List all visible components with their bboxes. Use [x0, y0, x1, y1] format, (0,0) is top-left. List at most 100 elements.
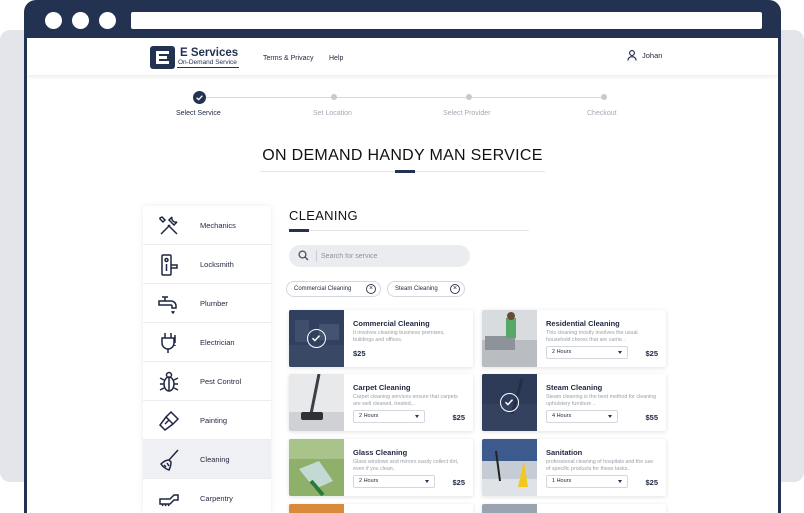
- brand-subtitle: On-Demand Service: [178, 59, 237, 66]
- remove-filter-icon[interactable]: ×: [366, 284, 376, 294]
- partial-thumb: [482, 504, 537, 513]
- address-bar[interactable]: [131, 12, 762, 29]
- hours-select[interactable]: 1 Hours: [546, 475, 628, 488]
- sidebar-item-pest-control[interactable]: Pest Control: [143, 362, 271, 401]
- stepper-line: [203, 97, 605, 98]
- service-card-glass-cleaning[interactable]: Glass Cleaning Glass windows and mirrors…: [289, 439, 473, 496]
- service-description: Carpet cleaning services ensure that car…: [353, 394, 458, 407]
- service-card-sanitation[interactable]: Sanitation professional cleaning of hosp…: [482, 439, 666, 496]
- living-room-cleaning-photo: [482, 310, 537, 367]
- search-separator: [316, 250, 317, 262]
- browser-window: E Services On-Demand Service Terms & Pri…: [24, 0, 781, 513]
- service-price: $25: [645, 478, 658, 487]
- service-name: Carpet Cleaning: [353, 383, 411, 392]
- sidebar-item-label: Locksmith: [200, 259, 234, 269]
- broom-icon: [160, 449, 179, 471]
- faucet-icon: [158, 296, 177, 315]
- service-name: Sanitation: [546, 448, 583, 457]
- section-title: CLEANING: [289, 208, 358, 223]
- step-dot: [601, 94, 607, 100]
- sidebar-item-electrician[interactable]: Electrician: [143, 323, 271, 362]
- sidebar-item-cleaning[interactable]: Cleaning: [143, 440, 271, 479]
- filter-chip-steam-cleaning: Steam Cleaning ×: [387, 281, 465, 297]
- filter-chip-label: Steam Cleaning: [395, 286, 438, 292]
- sidebar-item-mechanics[interactable]: Mechanics: [143, 206, 271, 245]
- service-description: This cleaning mostly involves the usual …: [546, 330, 638, 343]
- service-price: $55: [645, 413, 658, 422]
- saw-icon: [159, 494, 179, 507]
- mopping-floor-photo: [482, 439, 537, 496]
- step-complete-check-icon: [193, 91, 206, 104]
- category-sidebar: Mechanics Locksmith Plumber Electrician …: [143, 206, 271, 513]
- service-card-carpet-cleaning[interactable]: Carpet Cleaning Carpet cleaning services…: [289, 374, 473, 431]
- service-name: Residential Cleaning: [546, 319, 620, 328]
- partial-thumb: [289, 504, 344, 513]
- step-label-select-provider[interactable]: Select Provider: [443, 110, 490, 117]
- service-name: Commercial Cleaning: [353, 319, 430, 328]
- terms-link[interactable]: Terms & Privacy: [263, 55, 314, 62]
- window-dot: [99, 12, 116, 29]
- bug-icon: [159, 371, 179, 392]
- sidebar-item-locksmith[interactable]: Locksmith: [143, 245, 271, 284]
- service-card-steam-cleaning[interactable]: Steam Cleaning Steam cleaning is the bes…: [482, 374, 666, 431]
- step-label-select-service[interactable]: Select Service: [176, 110, 221, 117]
- service-price: $25: [353, 349, 366, 358]
- service-card-residential-cleaning[interactable]: Residential Cleaning This cleaning mostl…: [482, 310, 666, 367]
- service-name: Glass Cleaning: [353, 448, 408, 457]
- search-icon: [298, 250, 309, 261]
- remove-filter-icon[interactable]: ×: [450, 284, 460, 294]
- brand-underline: [177, 67, 239, 68]
- user-name: Johan: [642, 51, 663, 60]
- step-dot: [331, 94, 337, 100]
- vacuum-carpet-photo: [289, 374, 344, 431]
- service-description: It involves cleaning business premises, …: [353, 330, 445, 343]
- hours-select[interactable]: 2 Hours: [353, 475, 435, 488]
- user-menu[interactable]: Johan: [627, 50, 662, 61]
- paint-brush-icon: [159, 410, 180, 431]
- sidebar-item-label: Pest Control: [200, 376, 242, 386]
- selected-check-icon: [500, 393, 519, 412]
- service-price: $25: [645, 349, 658, 358]
- door-lock-icon: [161, 254, 178, 276]
- sidebar-item-plumber[interactable]: Plumber: [143, 284, 271, 323]
- logo-icon[interactable]: [150, 46, 175, 69]
- sidebar-item-label: Carpentry: [200, 493, 233, 503]
- hours-select[interactable]: 2 Hours: [546, 346, 628, 359]
- filter-chip-label: Commercial Cleaning: [294, 286, 352, 292]
- service-search[interactable]: [289, 245, 470, 267]
- app-viewport: E Services On-Demand Service Terms & Pri…: [27, 38, 778, 513]
- service-description: professional cleaning of hospitals and t…: [546, 459, 654, 472]
- sidebar-item-painting[interactable]: Painting: [143, 401, 271, 440]
- sidebar-item-label: Painting: [200, 415, 228, 425]
- wrench-screwdriver-icon: [159, 216, 178, 235]
- service-card-partial[interactable]: [482, 504, 666, 513]
- service-price: $25: [452, 478, 465, 487]
- step-dot: [466, 94, 472, 100]
- sidebar-item-label: Cleaning: [200, 454, 230, 464]
- brand-name[interactable]: E Services: [180, 47, 238, 59]
- step-label-checkout[interactable]: Checkout: [587, 110, 617, 117]
- section-accent-bar: [289, 229, 309, 232]
- top-navbar: E Services On-Demand Service Terms & Pri…: [27, 38, 778, 75]
- user-icon: [627, 50, 637, 61]
- service-card-partial[interactable]: [289, 504, 473, 513]
- help-link[interactable]: Help: [329, 55, 343, 62]
- hours-select[interactable]: 2 Hours: [353, 410, 425, 423]
- hours-select[interactable]: 4 Hours: [546, 410, 618, 423]
- service-card-commercial-cleaning[interactable]: Commercial Cleaning It involves cleaning…: [289, 310, 473, 367]
- sidebar-item-carpentry[interactable]: Carpentry: [143, 479, 271, 513]
- sidebar-item-label: Plumber: [200, 298, 228, 308]
- service-description: Glass windows and mirrors easily collect…: [353, 459, 459, 472]
- service-name: Steam Cleaning: [546, 383, 603, 392]
- page-title: ON DEMAND HANDY MAN SERVICE: [262, 147, 543, 164]
- plug-icon: [161, 333, 176, 353]
- filter-chip-commercial-cleaning: Commercial Cleaning ×: [286, 281, 381, 297]
- search-input[interactable]: [321, 249, 461, 263]
- selected-check-icon: [307, 329, 326, 348]
- service-description: Steam cleaning is the best method for cl…: [546, 394, 657, 407]
- section-divider: [289, 230, 529, 231]
- sidebar-item-label: Mechanics: [200, 220, 236, 230]
- step-label-set-location[interactable]: Set Location: [313, 110, 352, 117]
- title-accent-bar: [395, 170, 415, 173]
- window-dot: [45, 12, 62, 29]
